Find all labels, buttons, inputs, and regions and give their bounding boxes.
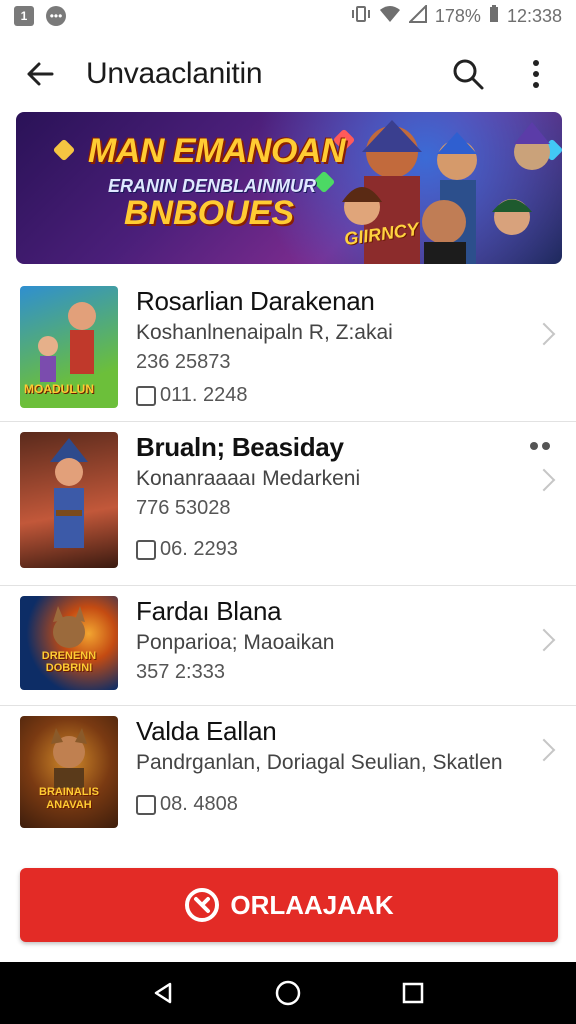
page-title: Unvaaclanitin — [86, 57, 263, 90]
nav-home-button[interactable] — [268, 973, 308, 1013]
banner-title: MAN EMANOAN — [88, 132, 346, 170]
character-illustration — [50, 438, 88, 548]
item-count: 357 2:333 — [136, 661, 225, 683]
item-subtitle: Konanraaaaı Medarkeni — [136, 467, 361, 490]
game-thumbnail: DRENENN DOBRINI — [20, 596, 118, 690]
item-meta: 011. 2248 — [160, 384, 248, 406]
gem-icon — [52, 138, 76, 162]
item-title: Rosarlian Darakenan — [136, 286, 375, 316]
item-subtitle: Koshanlnenaipaln R, Z:akai — [136, 321, 393, 344]
banner-title-2: BNBOUES — [124, 194, 295, 232]
list-item[interactable]: DRENENN DOBRINI Fardaı Blana Ponparioa; … — [0, 586, 576, 706]
game-list: MOADULUN Rosarlian Darakenan Koshanlnena… — [0, 276, 576, 842]
more-vert-icon — [533, 60, 539, 88]
chevron-right-icon — [532, 322, 556, 346]
item-meta: 08. 4808 — [160, 793, 238, 815]
vibrate-icon — [351, 5, 371, 28]
calendar-icon — [136, 794, 156, 815]
item-subtitle: Ponparioa; Maoaikan — [136, 631, 335, 654]
game-logo-icon — [185, 888, 220, 922]
clock-text: 12:338 — [506, 5, 562, 26]
item-subtitle: Pandrganlan, Doriagal Seulian, Skatlen — [136, 751, 503, 774]
character-illustration — [53, 606, 85, 648]
game-thumbnail — [20, 432, 118, 568]
thumbnail-caption: MOADULUN — [24, 382, 94, 396]
item-title: Brualn; Beasiday — [136, 432, 344, 462]
back-triangle-icon — [154, 982, 171, 1004]
wifi-icon — [379, 5, 401, 28]
back-button[interactable] — [16, 50, 64, 98]
calendar-icon — [136, 385, 156, 406]
more-options-button[interactable] — [530, 442, 550, 450]
list-item[interactable]: MOADULUN Rosarlian Darakenan Koshanlnena… — [0, 276, 576, 422]
recents-square-icon — [403, 982, 424, 1004]
item-title: Fardaı Blana — [136, 596, 282, 626]
primary-action-button[interactable]: ORLAAJAAK — [20, 868, 558, 942]
promo-banner[interactable]: MAN EMANOAN ERANIN DENBLAINMUR BNBOUES G… — [16, 112, 562, 264]
back-arrow-icon — [27, 62, 54, 86]
item-meta: 06. 2293 — [160, 538, 238, 560]
primary-action-label: ORLAAJAAK — [230, 889, 394, 920]
calendar-icon — [136, 539, 156, 560]
thumbnail-caption: DRENENN DOBRINI — [41, 650, 97, 674]
list-item[interactable]: Brualn; Beasiday Konanraaaaı Medarkeni 7… — [0, 422, 576, 586]
signal-icon — [407, 3, 427, 28]
system-navigation-bar — [0, 962, 576, 1024]
item-count: 776 53028 — [136, 497, 231, 519]
app-bar: Unvaaclanitin — [0, 40, 576, 108]
notification-icon: 1 — [14, 6, 34, 26]
battery-text: 178% — [434, 5, 481, 26]
game-thumbnail: MOADULUN — [20, 286, 118, 408]
chevron-right-icon — [532, 738, 556, 762]
chevron-right-icon — [532, 468, 556, 492]
nav-back-button[interactable] — [143, 973, 183, 1013]
home-circle-icon — [275, 980, 301, 1006]
game-thumbnail: BRAINALIS ANAVAH — [20, 716, 118, 828]
status-bar: 1 ••• 178% 12:338 — [0, 0, 576, 32]
list-item[interactable]: BRAINALIS ANAVAH Valda Eallan Pandrganla… — [0, 706, 576, 842]
item-title: Valda Eallan — [136, 716, 277, 746]
chevron-right-icon — [532, 628, 556, 652]
battery-icon — [489, 4, 499, 28]
search-button[interactable] — [444, 50, 492, 98]
thumbnail-caption: BRAINALIS ANAVAH — [39, 786, 99, 811]
message-icon: ••• — [46, 6, 66, 26]
nav-recents-button[interactable] — [393, 973, 433, 1013]
overflow-menu-button[interactable] — [512, 50, 560, 98]
item-count: 236 25873 — [136, 351, 231, 373]
search-icon — [453, 59, 484, 90]
